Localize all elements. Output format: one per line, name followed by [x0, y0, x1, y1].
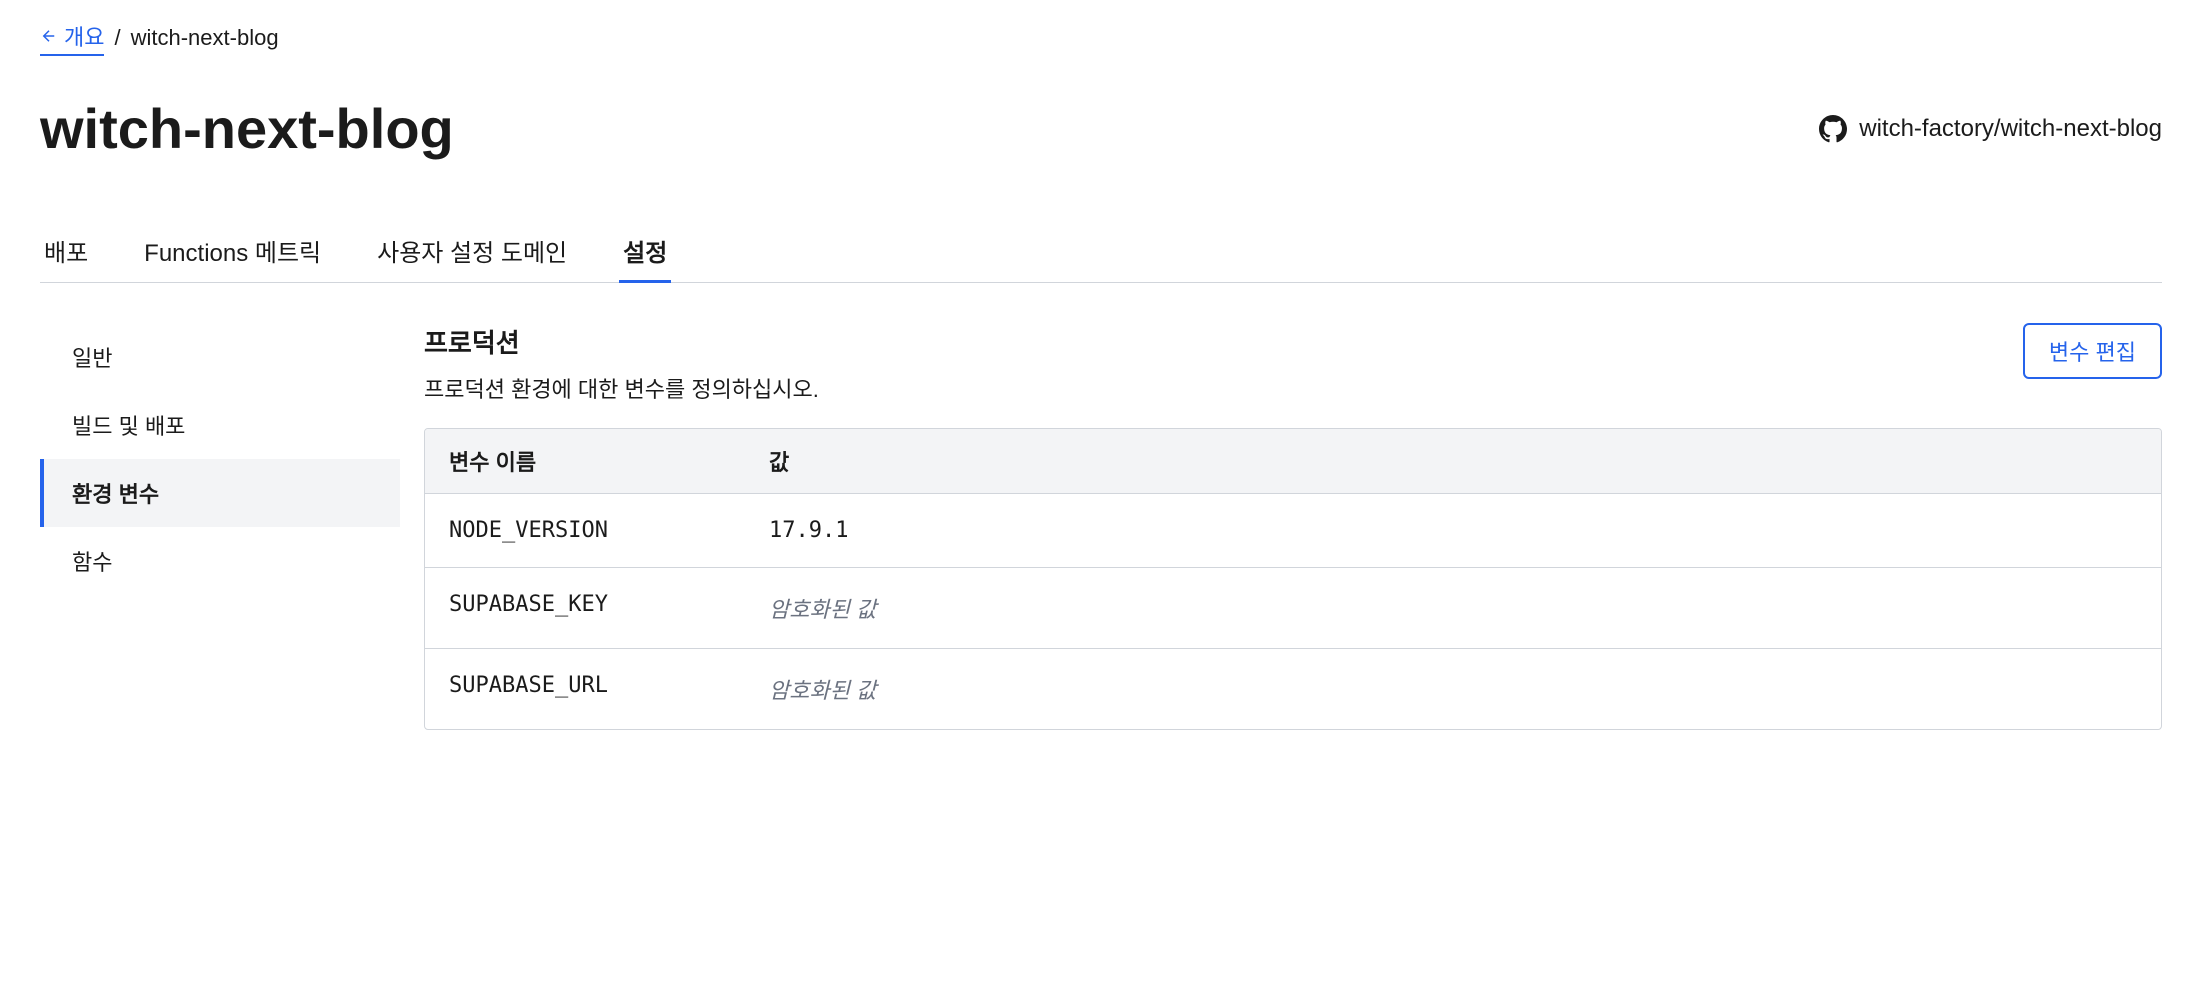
- tab-settings[interactable]: 설정: [619, 221, 671, 283]
- table-row: SUPABASE_URL 암호화된 값: [425, 649, 2161, 729]
- github-icon: [1819, 115, 1847, 143]
- sidebar-item-build-deploy[interactable]: 빌드 및 배포: [40, 391, 400, 459]
- page-title: witch-next-blog: [40, 96, 454, 161]
- page-header: witch-next-blog witch-factory/witch-next…: [40, 96, 2162, 161]
- var-name: NODE_VERSION: [425, 494, 745, 567]
- breadcrumb-back-label: 개요: [64, 20, 104, 52]
- tabs: 배포 Functions 메트릭 사용자 설정 도메인 설정: [40, 221, 2162, 283]
- section-header-text: 프로덕션 프로덕션 환경에 대한 변수를 정의하십시오.: [424, 323, 2023, 404]
- github-repo-link[interactable]: witch-factory/witch-next-blog: [1819, 115, 2162, 143]
- section-header: 프로덕션 프로덕션 환경에 대한 변수를 정의하십시오. 변수 편집: [424, 323, 2162, 404]
- github-repo-label: witch-factory/witch-next-blog: [1859, 115, 2162, 143]
- sidebar: 일반 빌드 및 배포 환경 변수 함수: [40, 323, 400, 730]
- section-title: 프로덕션: [424, 323, 2023, 360]
- var-value-encrypted: 암호화된 값: [745, 568, 2161, 648]
- sidebar-item-env-vars[interactable]: 환경 변수: [40, 459, 400, 527]
- edit-variables-button[interactable]: 변수 편집: [2023, 323, 2162, 379]
- section-description: 프로덕션 환경에 대한 변수를 정의하십시오.: [424, 372, 2023, 404]
- breadcrumb-current: witch-next-blog: [131, 25, 279, 51]
- col-header-name: 변수 이름: [425, 429, 745, 493]
- table-header: 변수 이름 값: [425, 429, 2161, 494]
- sidebar-item-general[interactable]: 일반: [40, 323, 400, 391]
- breadcrumb-back-link[interactable]: 개요: [40, 20, 104, 56]
- var-name: SUPABASE_KEY: [425, 568, 745, 648]
- tab-functions-metrics[interactable]: Functions 메트릭: [140, 221, 325, 283]
- tab-deploy[interactable]: 배포: [40, 221, 92, 283]
- arrow-left-icon: [40, 27, 58, 45]
- content: 일반 빌드 및 배포 환경 변수 함수 프로덕션 프로덕션 환경에 대한 변수를…: [40, 323, 2162, 730]
- table-row: SUPABASE_KEY 암호화된 값: [425, 568, 2161, 649]
- main-content: 프로덕션 프로덕션 환경에 대한 변수를 정의하십시오. 변수 편집 변수 이름…: [424, 323, 2162, 730]
- breadcrumb: 개요 / witch-next-blog: [40, 20, 2162, 56]
- var-name: SUPABASE_URL: [425, 649, 745, 729]
- sidebar-item-functions[interactable]: 함수: [40, 527, 400, 595]
- col-header-value: 값: [745, 429, 2161, 493]
- var-value: 17.9.1: [745, 494, 2161, 567]
- breadcrumb-separator: /: [114, 25, 120, 51]
- table-row: NODE_VERSION 17.9.1: [425, 494, 2161, 568]
- env-var-table: 변수 이름 값 NODE_VERSION 17.9.1 SUPABASE_KEY…: [424, 428, 2162, 730]
- tab-custom-domain[interactable]: 사용자 설정 도메인: [373, 221, 571, 283]
- var-value-encrypted: 암호화된 값: [745, 649, 2161, 729]
